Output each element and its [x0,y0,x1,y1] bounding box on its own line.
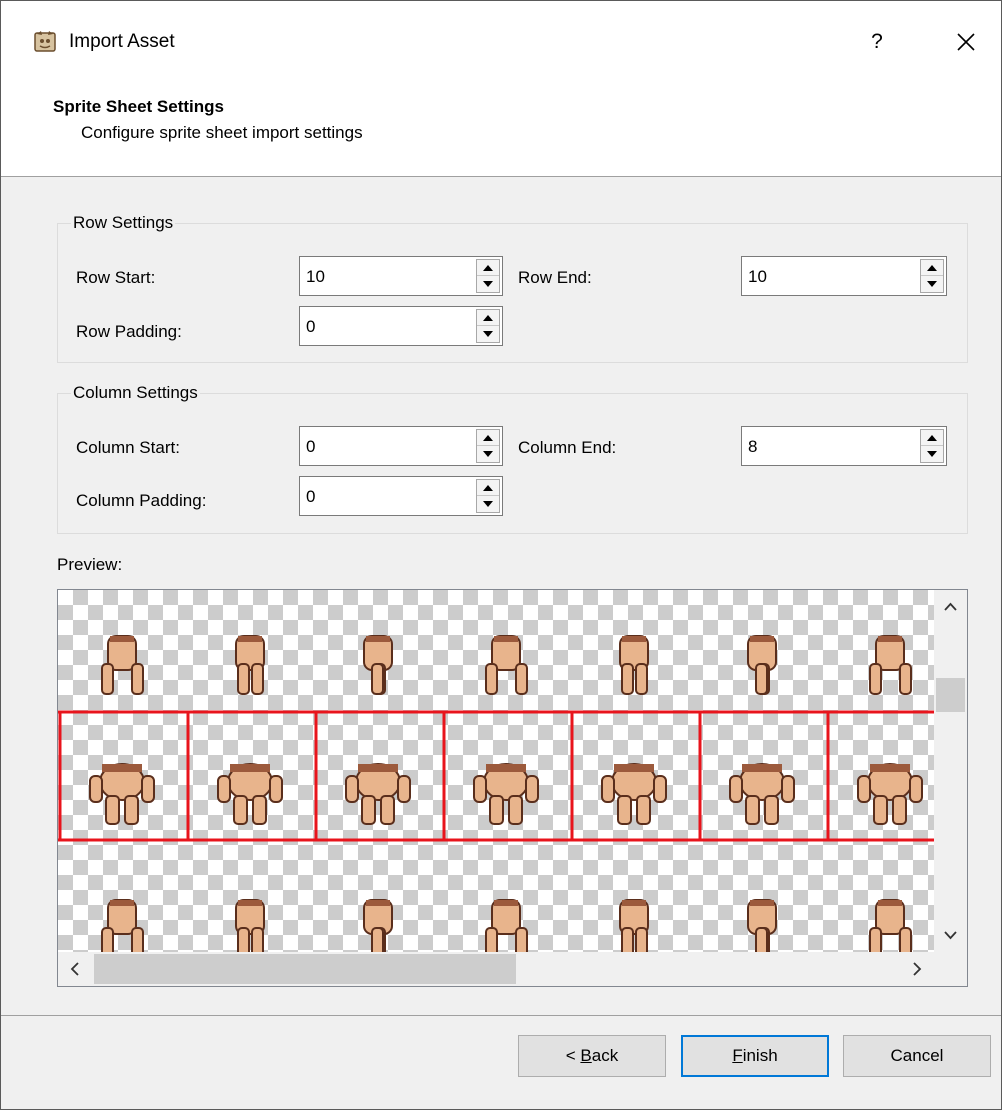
finish-rest: inish [742,1046,778,1065]
finish-button[interactable]: Finish [681,1035,829,1077]
sprite-frame [101,635,144,695]
column-start-increment-button[interactable] [477,430,499,446]
sprite-frame [345,763,411,825]
back-mnemonic: B [580,1046,592,1065]
arrow-down-icon [483,501,493,507]
row-end-label: Row End: [518,268,592,287]
row-padding-spinbox[interactable]: 0 [299,306,503,346]
title-bar: Import Asset ? [1,1,1001,85]
arrow-up-icon [483,435,493,441]
row-start-increment-button[interactable] [477,260,499,276]
scroll-down-icon[interactable] [934,920,967,952]
sprite-frame [217,763,283,825]
sprite-frame [363,899,393,952]
footer-divider [1,1015,1001,1016]
arrow-up-icon [483,315,493,321]
column-padding-increment-button[interactable] [477,480,499,496]
app-icon [34,31,56,52]
arrow-down-icon [483,281,493,287]
sprite-frame [869,899,912,952]
back-prefix: < [565,1046,581,1065]
row-start-value[interactable]: 10 [306,267,325,287]
column-padding-value[interactable]: 0 [306,487,315,507]
help-button[interactable]: ? [863,25,891,59]
row-padding-increment-button[interactable] [477,310,499,326]
scroll-right-icon[interactable] [900,952,934,986]
page-title: Sprite Sheet Settings [53,97,224,116]
page-subtitle: Configure sprite sheet import settings [81,123,363,142]
cancel-button[interactable]: Cancel [843,1035,991,1077]
vertical-scrollbar[interactable] [934,590,967,952]
row-settings-title: Row Settings [71,213,176,233]
vertical-scroll-thumb[interactable] [936,678,965,712]
sprite-frame [729,763,795,825]
row-start-spinbox[interactable]: 10 [299,256,503,296]
arrow-down-icon [927,451,937,457]
column-end-value[interactable]: 8 [748,437,757,457]
sprite-frame [363,635,393,695]
back-button[interactable]: < Back [518,1035,666,1077]
row-start-label: Row Start: [76,268,156,287]
arrow-up-icon [483,485,493,491]
sprite-frame [235,899,265,952]
column-start-value[interactable]: 0 [306,437,315,457]
window-title: Import Asset [69,31,175,52]
column-start-decrement-button[interactable] [477,446,499,462]
scroll-left-icon[interactable] [58,952,92,986]
sprite-preview[interactable] [57,589,968,987]
finish-mnemonic: F [732,1046,743,1065]
horizontal-scroll-thumb[interactable] [94,954,516,984]
sprite-frame [619,635,649,695]
column-padding-decrement-button[interactable] [477,496,499,512]
scroll-up-icon[interactable] [934,590,967,622]
arrow-up-icon [927,265,937,271]
column-end-increment-button[interactable] [921,430,943,446]
column-start-spinbox[interactable]: 0 [299,426,503,466]
row-padding-value[interactable]: 0 [306,317,315,337]
column-end-decrement-button[interactable] [921,446,943,462]
sprite-frame [869,635,912,695]
sprite-frame [485,899,528,952]
sprite-frame [89,763,155,825]
sprite-frame [601,763,667,825]
arrow-down-icon [483,331,493,337]
sprite-sheet-canvas [58,635,934,952]
sprite-frame [473,763,539,825]
arrow-down-icon [927,281,937,287]
arrow-down-icon [483,451,493,457]
row-padding-decrement-button[interactable] [477,326,499,342]
horizontal-scrollbar[interactable] [58,952,934,986]
row-end-spinbox[interactable]: 10 [741,256,947,296]
sprite-frame [485,635,528,695]
row-start-decrement-button[interactable] [477,276,499,292]
column-start-label: Column Start: [76,438,180,457]
column-padding-spinbox[interactable]: 0 [299,476,503,516]
arrow-up-icon [927,435,937,441]
preview-label: Preview: [57,555,123,574]
row-end-increment-button[interactable] [921,260,943,276]
sprite-frame [619,899,649,952]
column-end-label: Column End: [518,438,617,457]
scrollbar-corner [934,952,967,986]
row-end-decrement-button[interactable] [921,276,943,292]
sprite-frame [747,899,777,952]
sprite-frame [857,763,923,825]
arrow-up-icon [483,265,493,271]
sprite-frame [747,635,777,695]
import-asset-dialog: Import Asset ? Sprite Sheet Settings Con… [0,0,1002,1110]
column-end-spinbox[interactable]: 8 [741,426,947,466]
column-padding-label: Column Padding: [76,491,207,510]
column-settings-title: Column Settings [71,383,200,403]
wizard-header: Sprite Sheet Settings Configure sprite s… [1,85,1001,177]
back-rest: ack [591,1046,619,1065]
row-end-value[interactable]: 10 [748,267,767,287]
sprite-frame [101,899,144,952]
row-padding-label: Row Padding: [76,322,182,341]
sprite-frame [235,635,265,695]
close-icon[interactable] [947,23,985,61]
